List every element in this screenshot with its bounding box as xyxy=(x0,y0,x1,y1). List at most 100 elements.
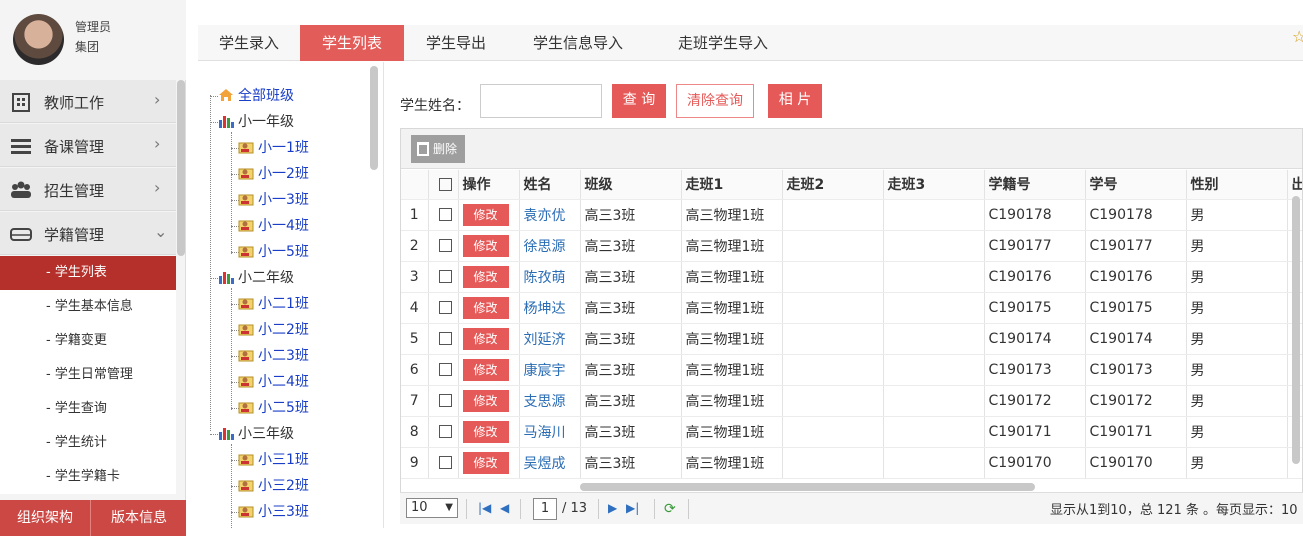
avatar[interactable] xyxy=(13,14,64,65)
table-row[interactable]: 4 修改 杨坤达 高三3班 高三物理1班 C190175 C190175 男 xyxy=(401,292,1302,324)
table-row[interactable]: 2 修改 徐思源 高三3班 高三物理1班 C190177 C190177 男 xyxy=(401,230,1302,262)
tree-scrollbar[interactable] xyxy=(370,66,378,170)
submenu-student-card[interactable]: - 学生学籍卡 xyxy=(0,460,176,494)
last-page-icon[interactable]: ▶| xyxy=(626,501,639,515)
column-header[interactable]: 走班1 xyxy=(681,170,783,200)
tab-student-info-import[interactable]: 学生信息导入 xyxy=(508,25,648,61)
table-row[interactable]: 3 修改 陈孜萌 高三3班 高三物理1班 C190176 C190176 男 xyxy=(401,261,1302,293)
first-page-icon[interactable]: |◀ xyxy=(478,501,491,515)
edit-button[interactable]: 修改 xyxy=(462,234,509,257)
student-name-link[interactable]: 袁亦优 xyxy=(524,208,566,224)
tab-student-list[interactable]: 学生列表 xyxy=(300,25,404,61)
org-structure-button[interactable]: 组织架构 xyxy=(0,500,91,536)
row-select[interactable] xyxy=(428,354,459,386)
row-select[interactable] xyxy=(428,416,459,448)
row-select[interactable] xyxy=(428,230,459,262)
edit-button[interactable]: 修改 xyxy=(462,265,509,288)
table-row[interactable]: 7 修改 支思源 高三3班 高三物理1班 C190172 C190172 男 xyxy=(401,385,1302,417)
row-checkbox[interactable] xyxy=(438,456,452,469)
tab-student-export[interactable]: 学生导出 xyxy=(404,25,508,61)
edit-button[interactable]: 修改 xyxy=(462,327,509,350)
submenu-student-list[interactable]: - 学生列表 xyxy=(0,256,176,290)
star-icon[interactable]: ☆ xyxy=(1292,27,1303,46)
tree-node-class[interactable]: 小二4班 xyxy=(238,371,309,393)
menu-student-status[interactable]: 学籍管理 ⌄ xyxy=(0,212,176,255)
row-checkbox[interactable] xyxy=(438,239,452,252)
menu-lesson-prep[interactable]: 备课管理 › xyxy=(0,124,176,167)
query-button[interactable]: 查 询 xyxy=(612,84,666,118)
row-checkbox[interactable] xyxy=(438,425,452,438)
student-name-link[interactable]: 陈孜萌 xyxy=(524,270,566,286)
edit-button[interactable]: 修改 xyxy=(462,389,509,412)
next-page-icon[interactable]: ▶ xyxy=(608,501,617,515)
tree-node-class[interactable]: 小二1班 xyxy=(238,293,309,315)
student-name-link[interactable]: 支思源 xyxy=(524,394,566,410)
column-header[interactable]: 学号 xyxy=(1085,170,1187,200)
table-row[interactable]: 8 修改 马海川 高三3班 高三物理1班 C190171 C190171 男 xyxy=(401,416,1302,448)
student-name-link[interactable]: 徐思源 xyxy=(524,239,566,255)
table-row[interactable]: 1 修改 袁亦优 高三3班 高三物理1班 C190178 C190178 男 xyxy=(401,199,1302,231)
row-checkbox[interactable] xyxy=(438,301,452,314)
column-header[interactable]: 班级 xyxy=(580,170,682,200)
tree-node-class[interactable]: 小二5班 xyxy=(238,397,309,419)
submenu-daily-management[interactable]: - 学生日常管理 xyxy=(0,358,176,392)
tree-node-grade[interactable]: 小二年级 xyxy=(218,267,294,289)
student-name-link[interactable]: 吴煜成 xyxy=(524,456,566,472)
row-select[interactable] xyxy=(428,261,459,293)
row-checkbox[interactable] xyxy=(438,394,452,407)
vertical-scrollbar[interactable] xyxy=(1292,196,1300,464)
tree-node-class[interactable]: 小一4班 xyxy=(238,215,309,237)
prev-page-icon[interactable]: ◀ xyxy=(500,501,509,515)
tree-node-grade[interactable]: 小一年级 xyxy=(218,111,294,133)
edit-button[interactable]: 修改 xyxy=(462,203,509,226)
column-header[interactable]: 姓名 xyxy=(519,170,581,200)
header-select-all[interactable] xyxy=(428,170,459,200)
select-all-checkbox[interactable] xyxy=(438,177,452,191)
column-header[interactable]: 走班3 xyxy=(883,170,985,200)
student-name-link[interactable]: 刘延济 xyxy=(524,332,566,348)
tree-node-all-classes[interactable]: 全部班级 xyxy=(218,85,294,107)
tree-node-class[interactable]: 小三1班 xyxy=(238,449,309,471)
row-select[interactable] xyxy=(428,292,459,324)
submenu-student-query[interactable]: - 学生查询 xyxy=(0,392,176,426)
table-row[interactable]: 6 修改 康宸宇 高三3班 高三物理1班 C190173 C190173 男 xyxy=(401,354,1302,386)
row-select[interactable] xyxy=(428,323,459,355)
edit-button[interactable]: 修改 xyxy=(462,451,509,474)
tree-node-class[interactable]: 小一3班 xyxy=(238,189,309,211)
tree-node-class[interactable]: 小三2班 xyxy=(238,475,309,497)
submenu-student-statistics[interactable]: - 学生统计 xyxy=(0,426,176,460)
tab-student-entry[interactable]: 学生录入 xyxy=(198,25,300,61)
tree-node-class[interactable]: 小二2班 xyxy=(238,319,309,341)
tree-node-class[interactable]: 小一1班 xyxy=(238,137,309,159)
version-info-button[interactable]: 版本信息 xyxy=(92,500,186,536)
row-checkbox[interactable] xyxy=(438,332,452,345)
page-size-select[interactable]: 10 ▼ xyxy=(406,498,458,518)
horizontal-scrollbar[interactable] xyxy=(580,483,1035,491)
row-select[interactable] xyxy=(428,199,459,231)
student-name-link[interactable]: 马海川 xyxy=(524,425,566,441)
edit-button[interactable]: 修改 xyxy=(462,420,509,443)
column-header[interactable]: 走班2 xyxy=(782,170,884,200)
tab-floating-student-import[interactable]: 走班学生导入 xyxy=(648,25,798,61)
column-header[interactable]: 出 xyxy=(1287,170,1302,200)
student-name-link[interactable]: 康宸宇 xyxy=(524,363,566,379)
photo-button[interactable]: 相 片 xyxy=(768,84,822,118)
column-header[interactable]: 学籍号 xyxy=(984,170,1086,200)
tree-node-class[interactable]: 小一2班 xyxy=(238,163,309,185)
student-name-input[interactable] xyxy=(480,84,602,118)
delete-button[interactable]: 删除 xyxy=(411,135,465,163)
tree-node-class[interactable]: 小二3班 xyxy=(238,345,309,367)
sidebar-scrollbar[interactable] xyxy=(177,80,185,256)
edit-button[interactable]: 修改 xyxy=(462,358,509,381)
student-name-link[interactable]: 杨坤达 xyxy=(524,301,566,317)
menu-teacher-work[interactable]: 教师工作 › xyxy=(0,80,176,123)
submenu-student-basic-info[interactable]: - 学生基本信息 xyxy=(0,290,176,324)
table-row[interactable]: 9 修改 吴煜成 高三3班 高三物理1班 C190170 C190170 男 xyxy=(401,447,1302,479)
table-row[interactable]: 5 修改 刘延济 高三3班 高三物理1班 C190174 C190174 男 xyxy=(401,323,1302,355)
menu-enrollment[interactable]: 招生管理 › xyxy=(0,168,176,211)
tree-node-class[interactable]: 小一5班 xyxy=(238,241,309,263)
clear-query-button[interactable]: 清除查询 xyxy=(676,84,754,118)
row-select[interactable] xyxy=(428,447,459,479)
tree-node-class[interactable]: 小三3班 xyxy=(238,501,309,523)
submenu-status-change[interactable]: - 学籍变更 xyxy=(0,324,176,358)
